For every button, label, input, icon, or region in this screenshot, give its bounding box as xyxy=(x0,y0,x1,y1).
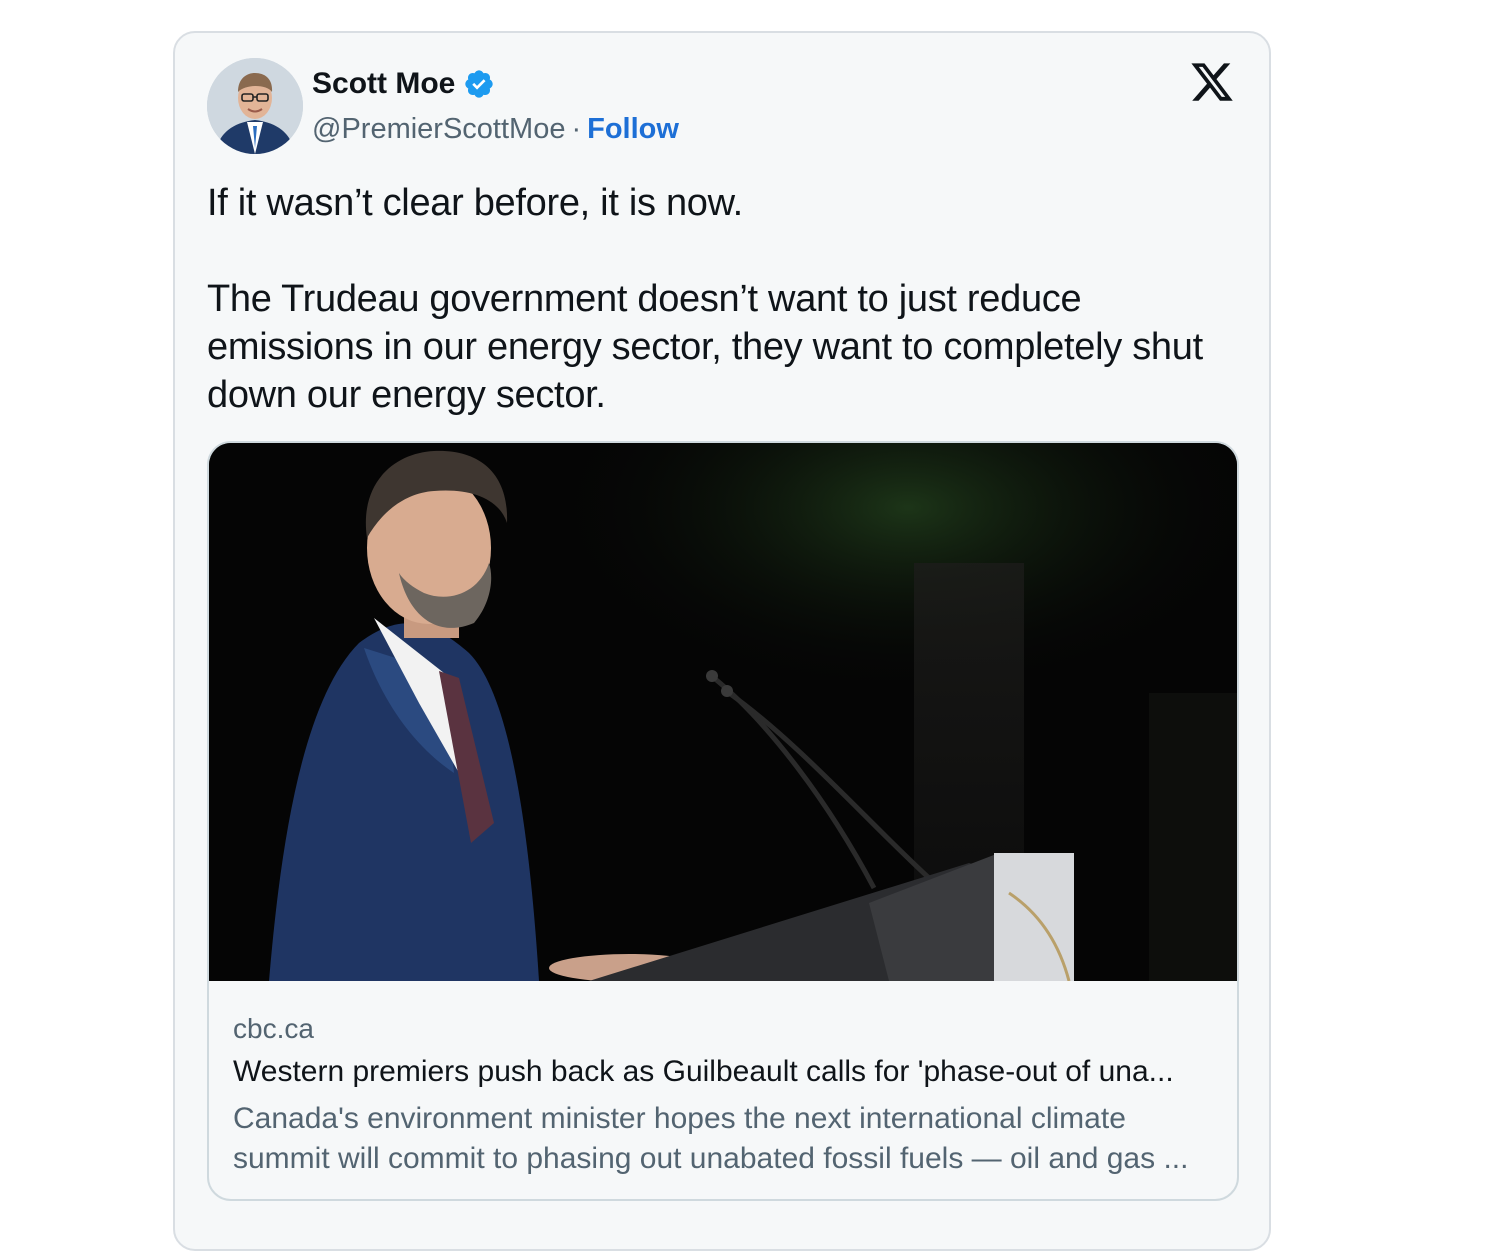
photo-man-at-podium xyxy=(209,443,1237,981)
avatar-photo xyxy=(207,58,303,154)
verified-badge-icon xyxy=(465,70,494,98)
author-display-name[interactable]: Scott Moe xyxy=(312,67,455,101)
link-description: Canada's environment minister hopes the … xyxy=(233,1102,1189,1175)
link-domain: cbc.ca xyxy=(233,1013,314,1044)
tweet-embed-card: Scott Moe @PremierScottMoe · Follow If it … xyxy=(173,31,1271,1251)
author-handle-row: @PremierScottMoe · Follow xyxy=(312,113,679,146)
author-avatar[interactable] xyxy=(207,58,303,154)
follow-button[interactable]: Follow xyxy=(587,113,679,145)
separator-dot: · xyxy=(571,113,582,145)
x-logo-icon[interactable] xyxy=(1189,59,1235,105)
tweet-text: If it wasn’t clear before, it is now. Th… xyxy=(207,182,1203,416)
link-preview-card[interactable]: cbc.ca Western premiers push back as Gui… xyxy=(207,441,1239,1201)
author-handle[interactable]: @PremierScottMoe xyxy=(312,113,565,145)
link-preview-image xyxy=(209,443,1237,981)
author-name-row: Scott Moe xyxy=(312,67,495,101)
link-title: Western premiers push back as Guilbeault… xyxy=(233,1055,1174,1088)
